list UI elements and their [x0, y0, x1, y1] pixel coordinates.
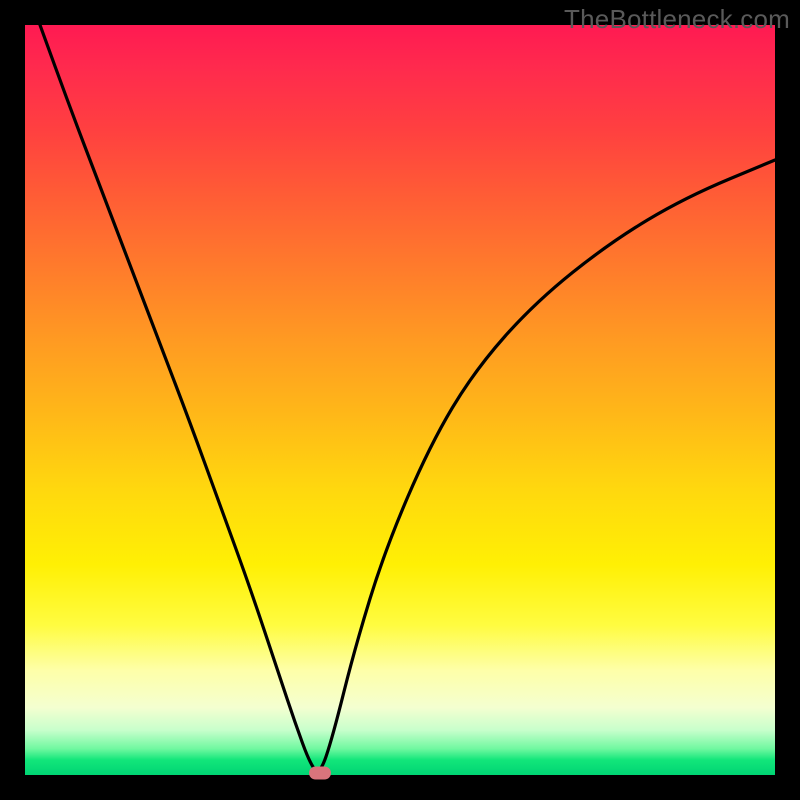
- chart-curve-svg: [25, 25, 775, 775]
- attribution-text: TheBottleneck.com: [564, 4, 790, 35]
- optimal-point-marker: [309, 767, 331, 780]
- bottleneck-curve-path: [40, 25, 775, 771]
